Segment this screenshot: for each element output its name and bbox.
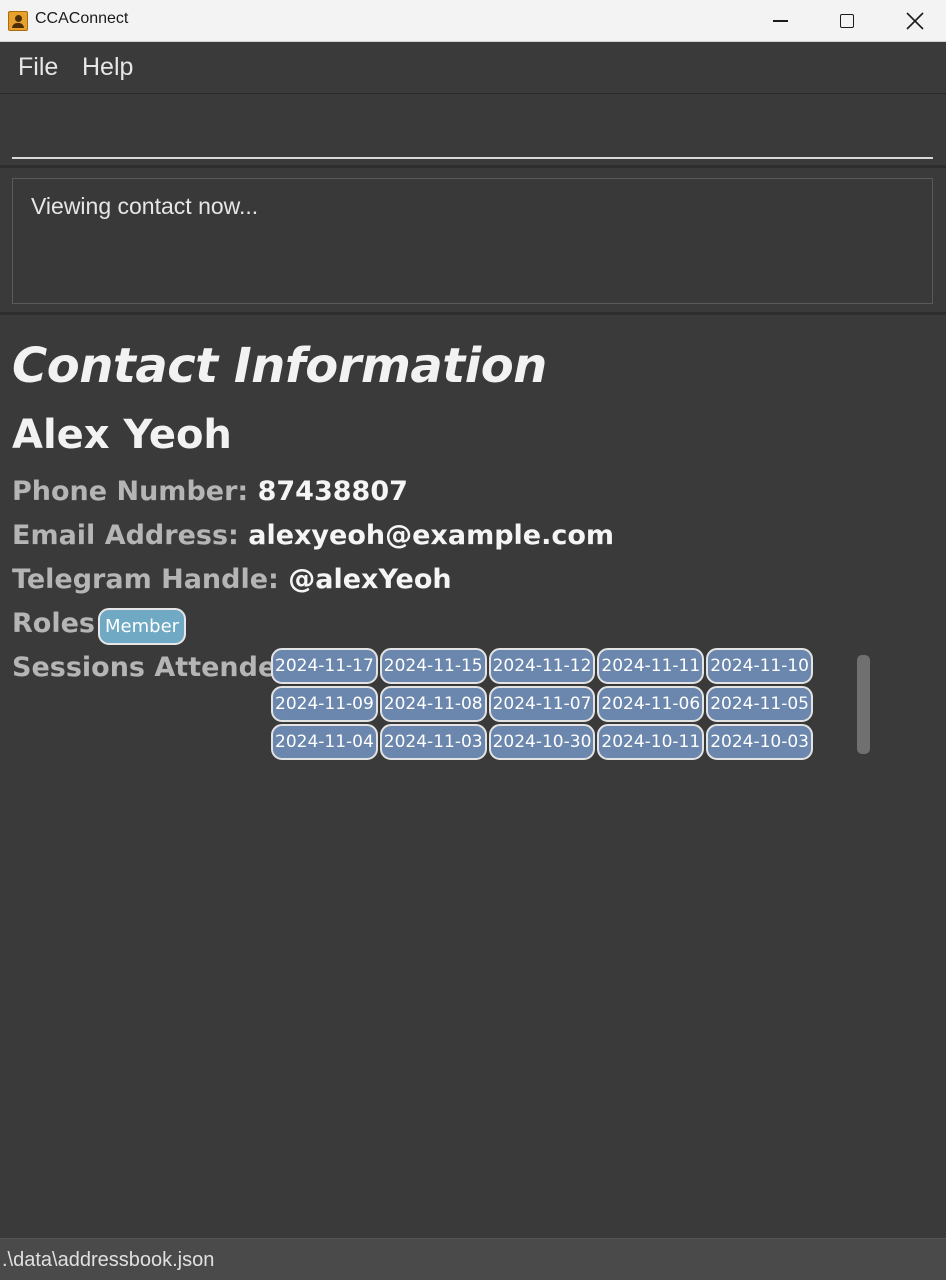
sessions-scrollbar[interactable] (857, 655, 870, 754)
session-chip: 2024-11-10 (706, 648, 813, 684)
menu-help[interactable]: Help (82, 53, 133, 82)
telegram-value: @alexYeoh (288, 564, 452, 595)
sessions-label: Sessions Attended: (12, 652, 307, 683)
telegram-label: Telegram Handle: (12, 564, 289, 595)
menu-file[interactable]: File (18, 53, 58, 82)
command-box (0, 95, 946, 168)
session-chip: 2024-10-30 (488, 724, 596, 760)
email-label: Email Address: (12, 520, 249, 551)
status-bar: .\data\addressbook.json (0, 1238, 946, 1280)
app-window: CCAConnect File Help Viewing contact now… (0, 0, 946, 1280)
contact-name: Alex Yeoh (12, 412, 232, 458)
session-chip: 2024-11-08 (379, 686, 487, 722)
sessions-list: 2024-11-17 2024-11-15 2024-11-12 2024-11… (271, 648, 831, 762)
maximize-button[interactable] (812, 0, 880, 42)
contact-heading: Contact Information (12, 338, 547, 394)
role-badge: Member (98, 608, 187, 645)
contact-detail-panel: Contact Information Alex Yeoh Phone Numb… (0, 318, 946, 1238)
roles-label: Roles: (12, 608, 106, 639)
session-chip: 2024-11-06 (597, 686, 705, 722)
session-chip: 2024-11-17 (271, 648, 378, 684)
phone-field: Phone Number: 87438807 (12, 476, 408, 507)
session-chip: 2024-11-05 (706, 686, 813, 722)
result-text-area[interactable]: Viewing contact now... (12, 178, 933, 304)
session-chip: 2024-11-15 (379, 648, 487, 684)
session-chip: 2024-10-11 (597, 724, 705, 760)
sessions-field: Sessions Attended: (12, 652, 306, 683)
command-input[interactable] (12, 113, 933, 159)
sessions-row: 2024-11-09 2024-11-08 2024-11-07 2024-11… (271, 686, 831, 722)
window-title: CCAConnect (35, 10, 129, 27)
session-chip: 2024-10-03 (706, 724, 813, 760)
email-value: alexyeoh@example.com (248, 520, 615, 551)
result-message: Viewing contact now... (31, 193, 259, 219)
email-field: Email Address: alexyeoh@example.com (12, 520, 614, 551)
maximize-icon (840, 14, 854, 28)
phone-value: 87438807 (257, 476, 408, 507)
session-chip: 2024-11-03 (379, 724, 487, 760)
session-chip: 2024-11-11 (597, 648, 705, 684)
title-bar[interactable]: CCAConnect (0, 0, 946, 42)
app-contact-icon (8, 11, 28, 31)
minimize-icon (773, 20, 788, 22)
menu-bar: File Help (0, 42, 946, 94)
session-chip: 2024-11-07 (488, 686, 596, 722)
minimize-button[interactable] (746, 0, 814, 42)
session-chip: 2024-11-12 (488, 648, 596, 684)
close-icon (906, 12, 924, 30)
close-button[interactable] (880, 0, 946, 42)
sessions-row: 2024-11-17 2024-11-15 2024-11-12 2024-11… (271, 648, 831, 684)
result-display: Viewing contact now... (0, 170, 946, 315)
sessions-row: 2024-11-04 2024-11-03 2024-10-30 2024-10… (271, 724, 831, 760)
session-chip: 2024-11-04 (271, 724, 378, 760)
telegram-field: Telegram Handle: @alexYeoh (12, 564, 452, 595)
session-chip: 2024-11-09 (271, 686, 378, 722)
save-location-path: .\data\addressbook.json (2, 1249, 215, 1271)
phone-label: Phone Number: (12, 476, 258, 507)
roles-field: Roles: (12, 608, 106, 639)
